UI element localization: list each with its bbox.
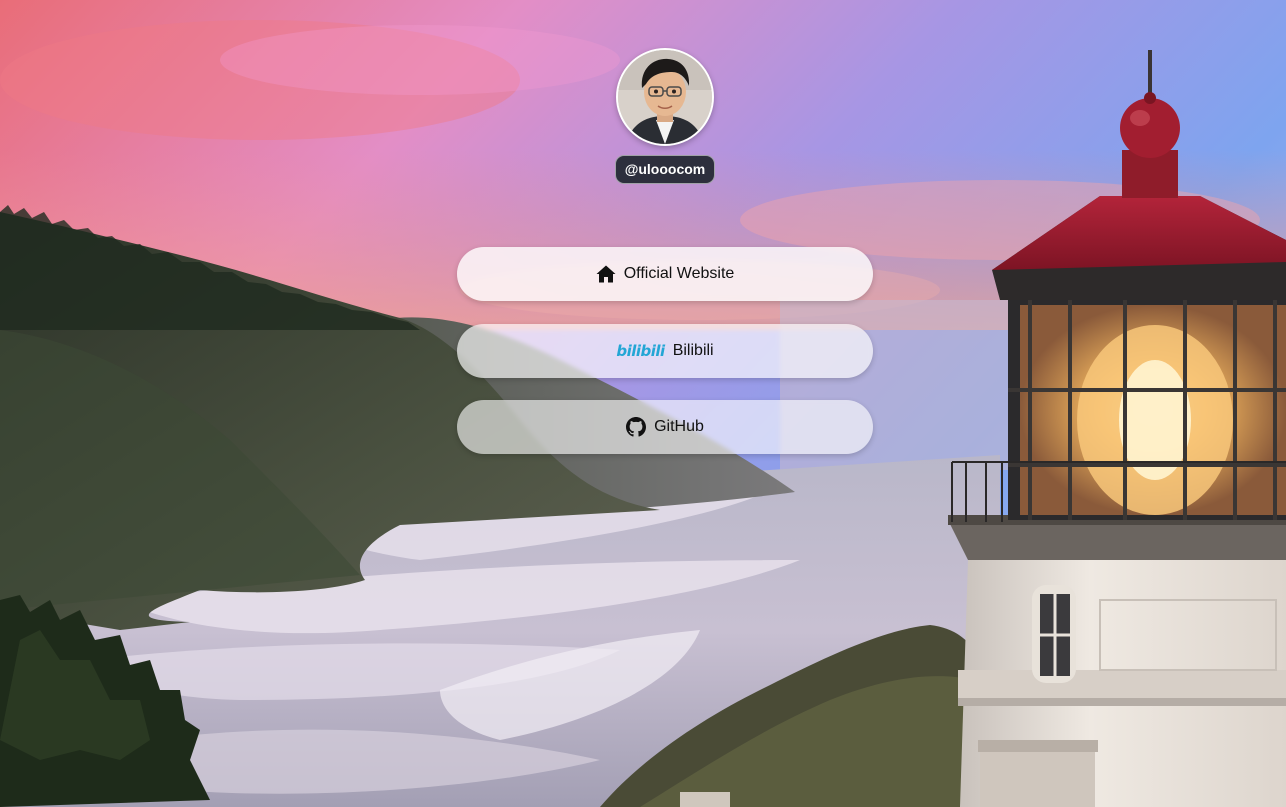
bilibili-logo-icon: bilibili [616, 342, 665, 360]
avatar-photo [618, 50, 712, 144]
official-website-label: Official Website [623, 265, 735, 282]
official-website-button[interactable]: Official Website [457, 247, 873, 301]
github-button[interactable]: GitHub [457, 400, 873, 454]
home-icon [596, 264, 616, 284]
bilibili-button[interactable]: bilibili Bilibili [457, 324, 873, 378]
username-badge: @ulooocom [614, 155, 716, 184]
profile-header: @ulooocom [0, 48, 1286, 184]
bilibili-label: Bilibili [672, 342, 714, 359]
link-page: @ulooocom Official Website bilibili Bili… [0, 0, 1286, 807]
github-label: GitHub [654, 418, 704, 435]
link-list: Official Website bilibili Bilibili GitHu… [457, 247, 873, 477]
avatar [616, 48, 714, 146]
github-icon [626, 417, 647, 437]
